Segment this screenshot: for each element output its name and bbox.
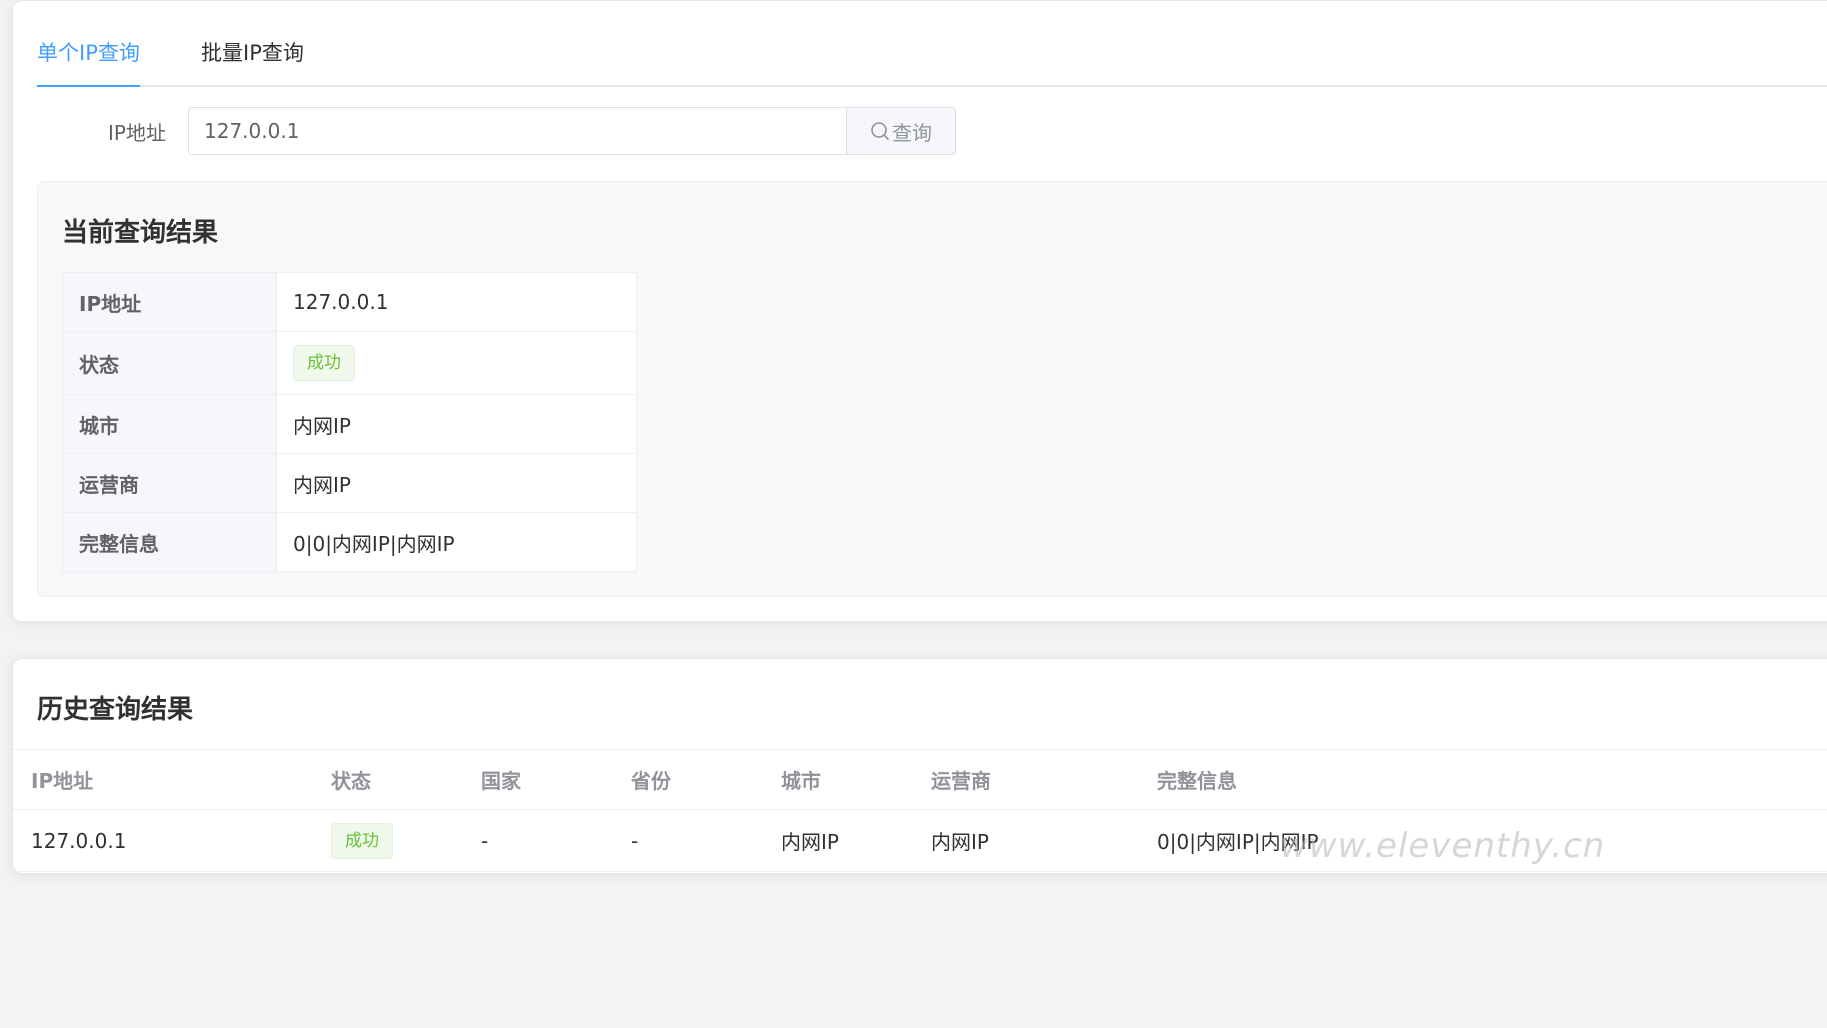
column-header-isp: 运营商 — [913, 749, 1139, 810]
column-header-full-info: 完整信息 — [1139, 749, 1827, 810]
cell-full-info: 0|0|内网IP|内网IP — [1139, 809, 1827, 872]
table-row: 127.0.0.1 成功 - - 内网IP 内网IP 0|0|内网IP|内网IP — [13, 809, 1827, 872]
column-header-province: 省份 — [613, 749, 763, 810]
column-header-status: 状态 — [313, 749, 463, 810]
current-result-panel: 当前查询结果 IP地址 127.0.0.1 状态 成功 城市 内网IP 运营商 … — [37, 181, 1827, 597]
current-result-table: IP地址 127.0.0.1 状态 成功 城市 内网IP 运营商 内网IP 完整… — [62, 272, 637, 572]
status-badge: 成功 — [331, 822, 393, 859]
cell-ip: 127.0.0.1 — [13, 809, 313, 872]
current-result-title: 当前查询结果 — [62, 218, 219, 248]
result-value: 内网IP — [276, 453, 637, 513]
search-icon — [870, 121, 890, 141]
query-button-label: 查询 — [892, 120, 932, 145]
result-key: IP地址 — [62, 272, 277, 332]
result-value: 0|0|内网IP|内网IP — [276, 512, 637, 572]
history-card: 历史查询结果 IP地址 状态 国家 省份 城市 运营商 完整信息 127.0.0… — [12, 658, 1827, 874]
result-row-full-info: 完整信息 0|0|内网IP|内网IP — [62, 512, 637, 572]
query-tabs: 单个IP查询 批量IP查询 — [37, 37, 1827, 87]
query-button[interactable]: 查询 — [846, 107, 956, 155]
history-header-row: IP地址 状态 国家 省份 城市 运营商 完整信息 — [13, 749, 1827, 810]
single-query-card: 单个IP查询 批量IP查询 IP地址 查询 当前查询结果 IP地址 127.0.… — [12, 0, 1827, 622]
status-badge: 成功 — [293, 345, 355, 381]
column-header-country: 国家 — [463, 749, 613, 810]
result-key: 完整信息 — [62, 512, 277, 572]
cell-isp: 内网IP — [913, 809, 1139, 872]
history-table: IP地址 状态 国家 省份 城市 运营商 完整信息 127.0.0.1 成功 -… — [13, 749, 1827, 872]
result-key: 状态 — [62, 331, 277, 395]
column-header-city: 城市 — [763, 749, 913, 810]
result-row-status: 状态 成功 — [62, 331, 637, 395]
ip-address-label: IP地址 — [108, 121, 166, 145]
result-key: 运营商 — [62, 453, 277, 513]
cell-province: - — [613, 809, 763, 872]
cell-city: 内网IP — [763, 809, 913, 872]
result-value: 内网IP — [276, 394, 637, 454]
tab-single-ip-query[interactable]: 单个IP查询 — [37, 37, 140, 87]
result-value: 成功 — [276, 331, 637, 395]
result-row-ip: IP地址 127.0.0.1 — [62, 272, 637, 332]
result-key: 城市 — [62, 394, 277, 454]
ip-address-input[interactable] — [188, 107, 847, 155]
cell-country: - — [463, 809, 613, 872]
cell-status: 成功 — [313, 809, 463, 872]
result-value: 127.0.0.1 — [276, 272, 637, 332]
column-header-ip: IP地址 — [13, 749, 313, 810]
tab-batch-ip-query[interactable]: 批量IP查询 — [201, 37, 304, 85]
result-row-city: 城市 内网IP — [62, 394, 637, 454]
history-title: 历史查询结果 — [37, 695, 194, 725]
result-row-isp: 运营商 内网IP — [62, 453, 637, 513]
